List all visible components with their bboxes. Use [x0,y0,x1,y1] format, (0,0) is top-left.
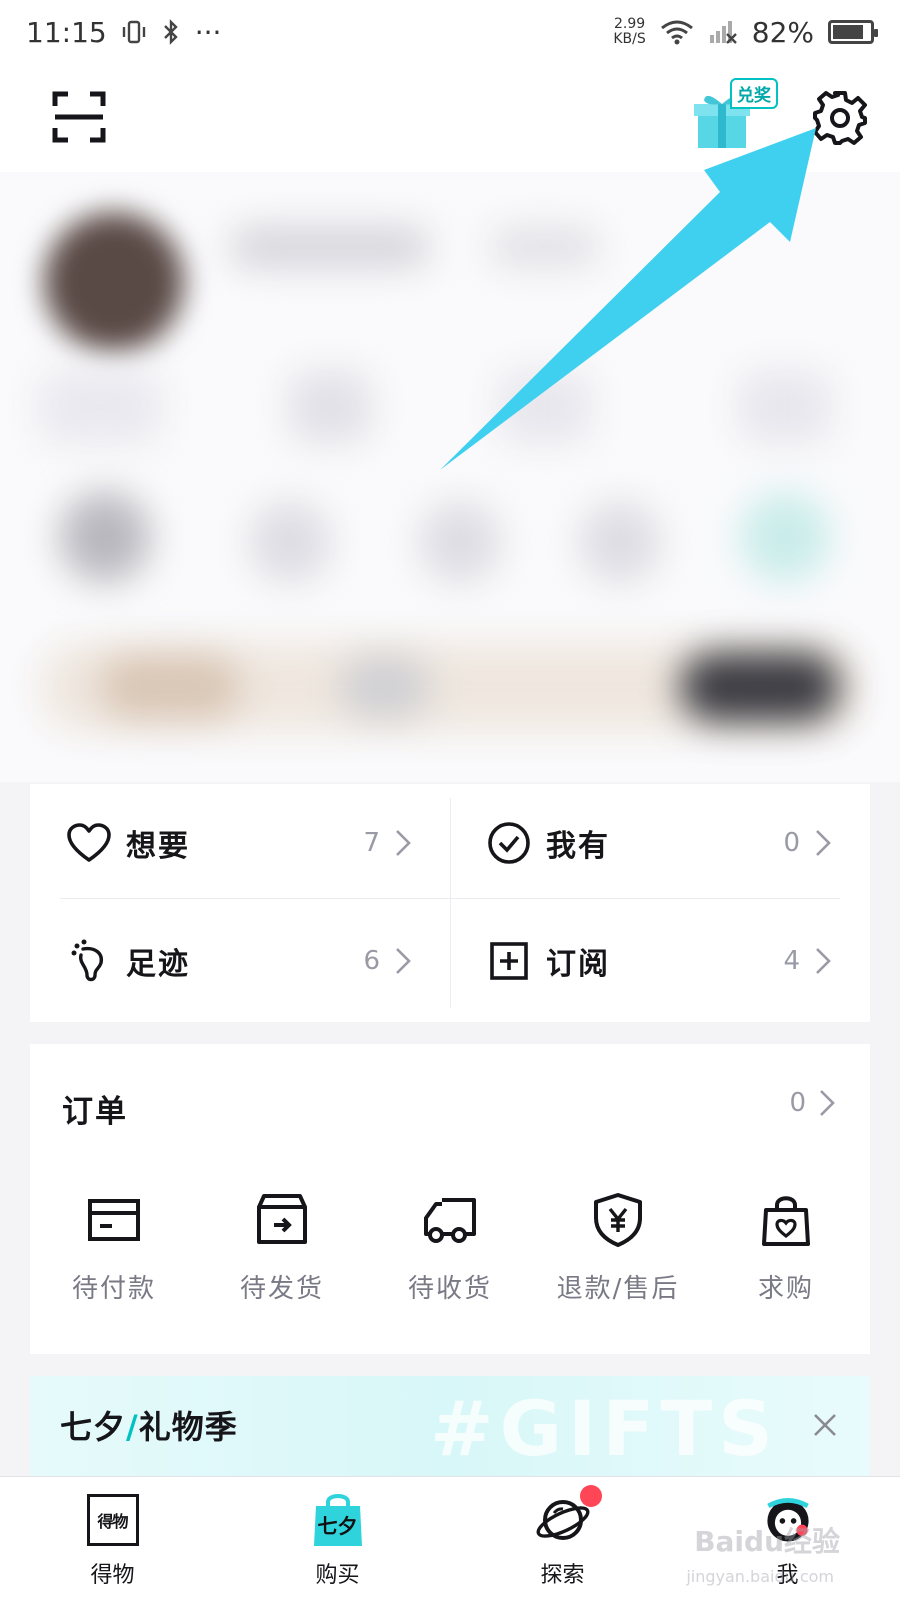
orders-count[interactable]: 0 [789,1088,806,1118]
stat-have-label: 我有 [546,829,610,864]
status-left: 11:15 ··· [26,16,221,49]
dewu-logo-icon: 得物 [86,1494,139,1546]
signal-icon [709,21,737,44]
stat-subscribe[interactable]: 订阅 4 [450,902,870,1020]
gift-redeem-button[interactable]: 兑奖 [692,74,782,158]
header: 兑奖 [0,64,900,172]
order-pending-receipt[interactable]: 待收货 [366,1192,534,1305]
stat-footprint-label: 足迹 [126,947,190,982]
close-icon[interactable] [812,1412,838,1438]
orders-title: 订单 [62,1094,128,1130]
promo-title-right: 礼物季 [138,1408,238,1446]
watermark-url: jingyan.baidu.com [686,1567,834,1586]
chevron-right-icon[interactable] [818,1088,836,1118]
order-pending-shipment[interactable]: 待发货 [198,1192,366,1305]
settings-gear-icon[interactable] [812,90,868,146]
watermark: Baidu经验 [694,1525,840,1558]
battery-fill [833,25,863,39]
heart-icon [67,823,111,862]
wifi-icon [660,20,693,45]
order-pending-payment[interactable]: 待付款 [30,1192,198,1305]
status-time: 11:15 [26,15,107,49]
bluetooth-icon [163,19,178,45]
check-circle-icon [488,822,530,864]
promo-slash: / [126,1408,139,1446]
nav-item-explore[interactable]: 探索 [450,1477,675,1600]
status-bar: 11:15 ··· 2.99 KB/S 82% [0,0,900,64]
shield-yen-icon [594,1193,642,1247]
stat-subscribe-count: 4 [783,946,800,976]
stat-want-label: 想要 [126,829,190,864]
stat-want-count: 7 [363,828,380,858]
shopping-bag-icon: 七夕 [312,1492,364,1548]
nav-item-dewu[interactable]: 得物 得物 [0,1477,225,1600]
order-label: 待收货 [407,1274,492,1304]
status-right: 2.99 KB/S 82% [613,15,878,49]
qixi-promo-banner[interactable]: #GIFTS 七夕/礼物季 [30,1376,870,1476]
notification-dot [579,1485,602,1507]
vibrate-icon [122,20,145,44]
plus-square-icon [490,942,528,980]
scan-icon[interactable] [52,90,106,144]
box-icon [257,1194,307,1244]
chevron-right-icon [396,830,411,856]
order-label: 退款/售后 [556,1274,680,1304]
order-refund-aftersales[interactable]: 退款/售后 [534,1192,702,1305]
promo-title: 七夕/礼物季 [60,1402,238,1448]
order-status-list: 待付款 待发货 待收货 退款/售后 求购 [30,1192,870,1305]
nav-label: 探索 [540,1563,585,1588]
network-speed: 2.99 KB/S [613,17,645,47]
stat-footprint[interactable]: 足迹 6 [30,902,450,1020]
order-label: 求购 [757,1274,814,1304]
bottom-nav: 得物 得物 七夕 购买 探索 我 Baidu经验 jingyan.baidu.c… [0,1476,900,1600]
nav-label: 得物 [90,1563,135,1588]
gift-badge: 兑奖 [730,78,778,109]
chevron-right-icon [396,948,411,974]
stat-have-count: 0 [783,828,800,858]
nav-item-buy[interactable]: 七夕 购买 [225,1477,450,1600]
order-label: 待发货 [239,1274,324,1304]
speed-value: 2.99 [613,16,646,32]
speed-unit: KB/S [613,31,646,47]
promo-title-left: 七夕 [60,1408,127,1446]
avatar[interactable] [44,212,184,352]
battery-percent: 82% [751,15,814,49]
card-icon [88,1199,140,1241]
nav-label: 购买 [315,1563,360,1588]
stat-want[interactable]: 想要 7 [30,784,450,902]
battery-icon [828,20,878,44]
orders-card: 订单 0 待付款 待发货 待收货 退款/售后 求购 [30,1044,870,1354]
chevron-right-icon [816,948,831,974]
promo-background-text: #GIFTS [430,1384,779,1473]
collection-stats-card: 想要 7 我有 0 足迹 6 订阅 4 [30,784,870,1022]
heart-bag-icon [762,1196,810,1246]
stat-footprint-count: 6 [363,946,380,976]
status-more: ··· [194,15,222,49]
profile-blurred-area [0,172,900,782]
footprint-icon [71,939,103,982]
order-wanted[interactable]: 求购 [702,1192,870,1305]
stat-subscribe-label: 订阅 [546,947,610,982]
chevron-right-icon [816,830,831,856]
order-label: 待付款 [71,1274,156,1304]
truck-icon [424,1198,476,1243]
stat-have[interactable]: 我有 0 [450,784,870,902]
